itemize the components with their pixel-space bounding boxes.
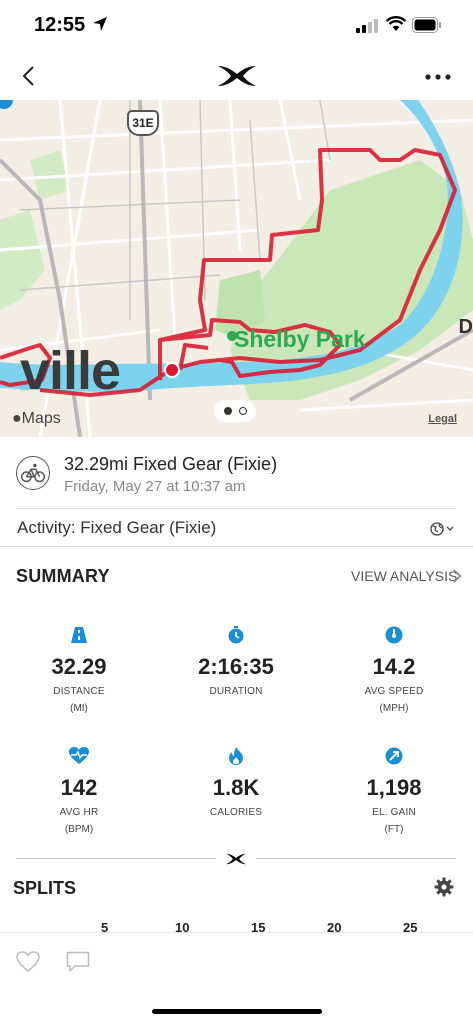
stat-value: 1,198 xyxy=(366,775,422,800)
summary-title: SUMMARY xyxy=(16,566,110,586)
stat-label: DISTANCE xyxy=(53,686,105,697)
stat-duration: 2:16:35 DURATION xyxy=(161,626,311,703)
more-options-icon[interactable] xyxy=(424,72,452,82)
back-chevron-icon[interactable] xyxy=(16,62,44,90)
stat-value: 1.8K xyxy=(212,775,260,800)
privacy-globe-icon[interactable] xyxy=(430,522,456,536)
bottom-action-bar xyxy=(0,932,473,1023)
workout-header: 32.29mi Fixed Gear (Fixie) Friday, May 2… xyxy=(0,448,473,504)
apple-maps-brand: ●Maps xyxy=(12,410,61,428)
stat-elevation-gain: 1,198 EL. GAIN (FT) xyxy=(319,747,469,835)
stat-unit: (MPH) xyxy=(379,703,409,714)
workout-title: 32.29mi Fixed Gear (Fixie) xyxy=(64,454,278,474)
cellular-signal-icon xyxy=(356,19,378,33)
map-city-label: ville xyxy=(20,341,121,401)
bicycle-icon xyxy=(16,456,50,490)
comment-icon[interactable] xyxy=(66,951,90,973)
maps-brand-text: Maps xyxy=(21,410,61,427)
stat-label: EL. GAIN xyxy=(372,807,416,818)
splits-title: SPLITS xyxy=(13,878,77,898)
stat-avg-hr: 142 AVG HR (BPM) xyxy=(4,747,154,835)
activity-label: Activity: Fixed Gear (Fixie) xyxy=(17,518,216,538)
map-page-indicator[interactable] xyxy=(214,400,256,422)
workout-date: Friday, May 27 at 10:37 am xyxy=(64,478,246,495)
stat-value: 32.29 xyxy=(51,654,107,679)
stat-value: 14.2 xyxy=(372,654,416,679)
heart-like-icon[interactable] xyxy=(16,951,40,973)
stat-distance: 32.29 DISTANCE (MI) xyxy=(4,626,154,714)
map-park-label: Shelby Park xyxy=(234,326,366,352)
under-armour-logo-icon xyxy=(218,66,256,86)
stat-value: 2:16:35 xyxy=(198,654,274,679)
divider-line-right xyxy=(256,858,456,859)
stat-calories: 1.8K CALORIES xyxy=(161,747,311,824)
stat-label: AVG SPEED xyxy=(364,686,424,697)
map-edge-label: D xyxy=(458,316,473,338)
stopwatch-icon xyxy=(228,626,244,644)
stat-label: CALORIES xyxy=(209,807,263,818)
page-dot-inactive[interactable] xyxy=(239,407,247,415)
activity-row[interactable]: Activity: Fixed Gear (Fixie) xyxy=(0,516,473,544)
activity-prefix: Activity: xyxy=(17,518,81,537)
stat-unit: (BPM) xyxy=(64,824,94,835)
heart-rate-icon xyxy=(69,747,89,764)
divider-line-left xyxy=(16,858,216,859)
stat-label: AVG HR xyxy=(59,807,99,818)
nav-bar xyxy=(0,52,473,100)
apple-logo-icon: ● xyxy=(12,410,22,427)
home-indicator[interactable] xyxy=(152,1009,322,1014)
divider xyxy=(16,508,456,509)
under-armour-small-logo-icon xyxy=(226,853,246,865)
elevation-arrow-icon xyxy=(385,747,403,765)
speedometer-icon xyxy=(385,626,403,644)
road-icon xyxy=(71,627,87,643)
route-map[interactable]: 31E ville Shelby Park D ●Maps Legal xyxy=(0,100,473,437)
location-arrow-icon xyxy=(93,17,107,31)
legal-link[interactable]: Legal xyxy=(428,413,457,425)
highway-shield: 31E xyxy=(127,110,159,136)
view-analysis-link[interactable]: VIEW ANALYSIS xyxy=(351,568,457,584)
page-dot-active[interactable] xyxy=(224,407,232,415)
stat-unit: (MI) xyxy=(70,703,88,714)
wifi-icon xyxy=(386,16,406,31)
stat-unit: (FT) xyxy=(384,824,404,835)
chevron-right-icon[interactable] xyxy=(452,569,462,583)
stat-value: 142 xyxy=(60,775,98,800)
activity-value: Fixed Gear (Fixie) xyxy=(80,518,217,537)
stat-label: DURATION xyxy=(209,686,263,697)
logo-divider xyxy=(16,852,456,866)
battery-icon xyxy=(412,17,441,33)
status-time: 12:55 xyxy=(34,14,86,36)
stat-avg-speed: 14.2 AVG SPEED (MPH) xyxy=(319,626,469,714)
flame-icon xyxy=(229,747,243,765)
section-divider xyxy=(0,546,473,547)
gear-icon[interactable] xyxy=(434,877,454,897)
status-bar: 12:55 xyxy=(0,0,473,52)
